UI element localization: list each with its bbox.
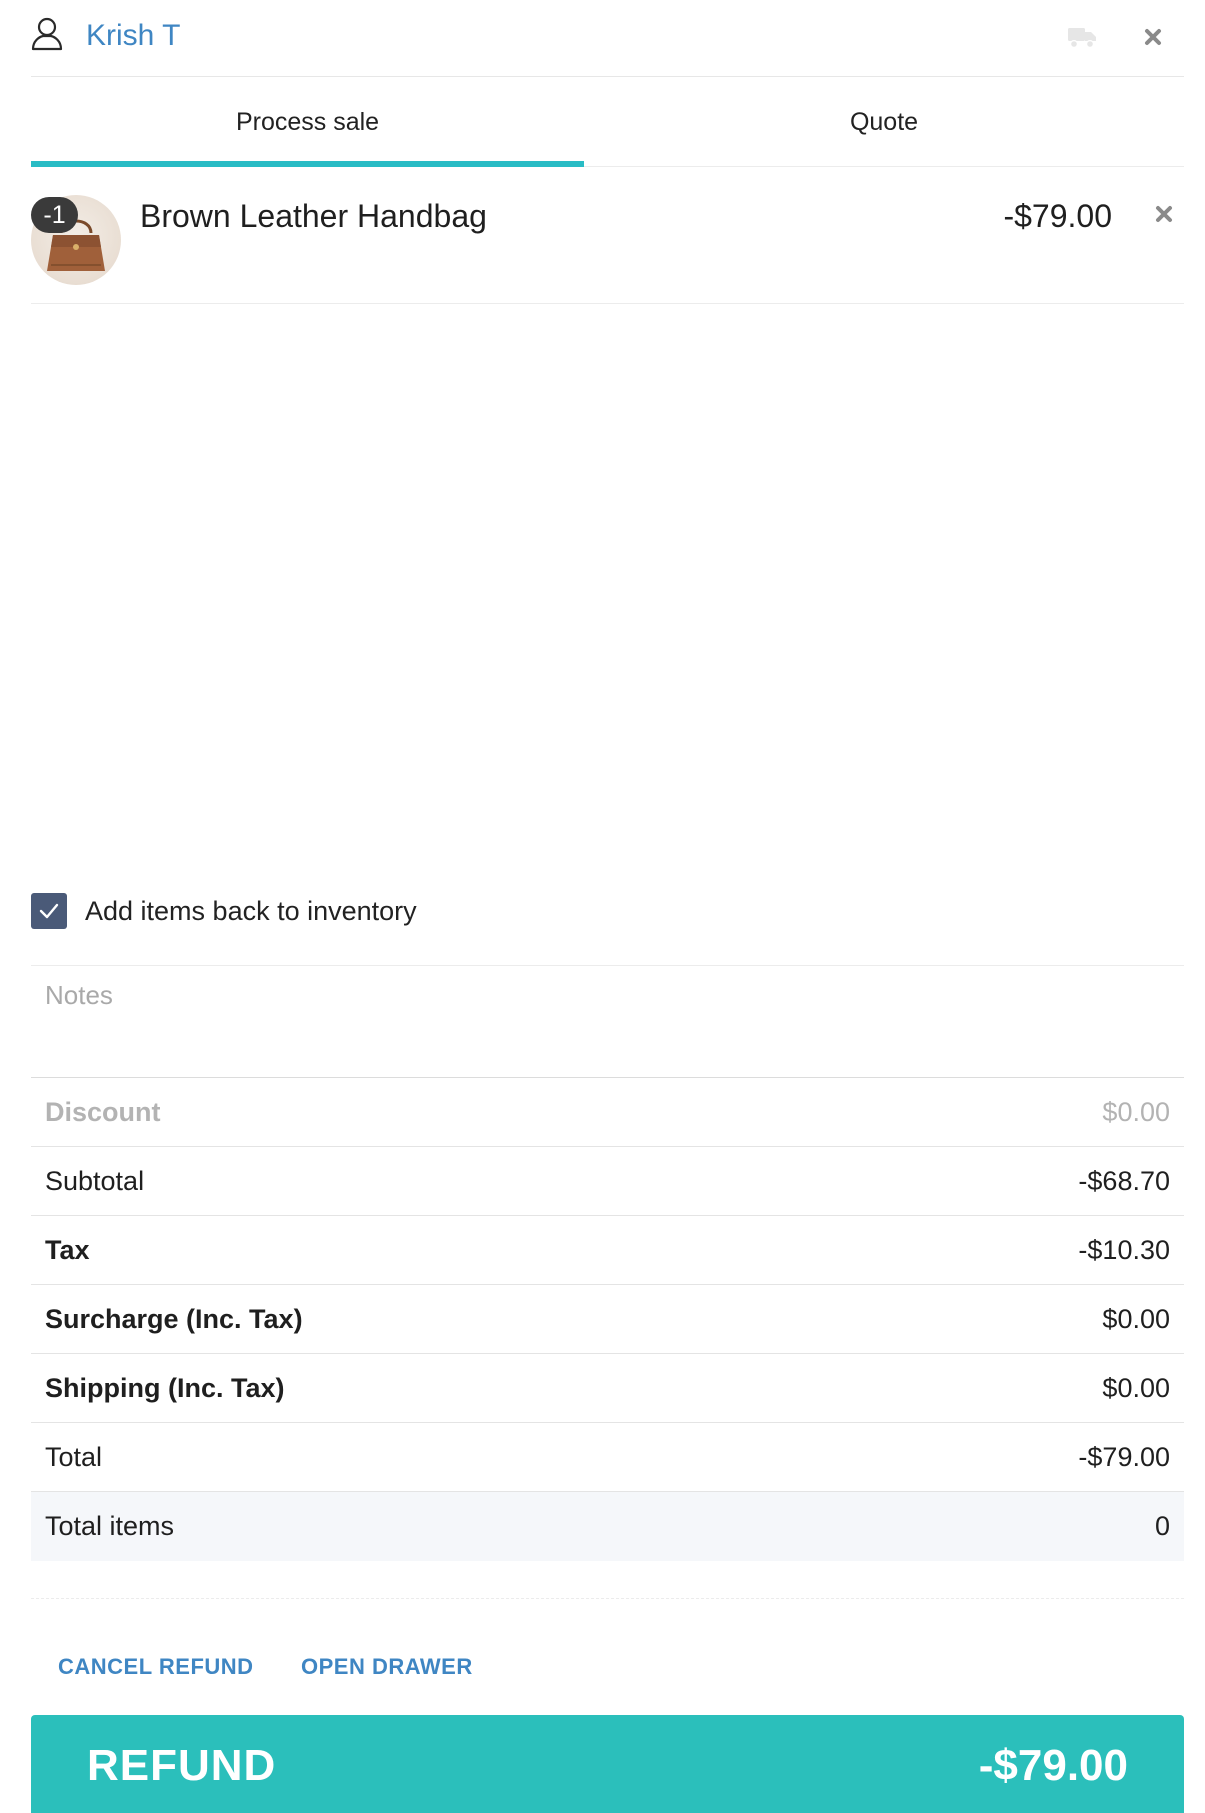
shipping-value: $0.00 xyxy=(1102,1372,1170,1403)
line-item[interactable]: -1 Brown Leather Handbag -$79.00 xyxy=(31,167,1184,304)
total-row: Total -$79.00 xyxy=(31,1423,1184,1492)
quantity-badge: -1 xyxy=(31,197,78,233)
tax-label: Tax xyxy=(45,1234,90,1265)
refund-button[interactable]: REFUND -$79.00 xyxy=(31,1715,1184,1813)
notes-area xyxy=(31,965,1184,1078)
tab-process-sale-label: Process sale xyxy=(235,107,380,136)
item-name[interactable]: Brown Leather Handbag xyxy=(140,195,487,237)
notes-field[interactable] xyxy=(31,966,1184,1077)
order-summary: Discount $0.00 Subtotal -$68.70 Tax -$10… xyxy=(31,1078,1184,1561)
subtotal-label: Subtotal xyxy=(45,1165,145,1196)
inventory-checkbox-label[interactable]: Add items back to inventory xyxy=(85,891,417,931)
discount-label: Discount xyxy=(45,1096,161,1127)
refund-label: REFUND xyxy=(87,1741,277,1790)
tax-value: -$10.30 xyxy=(1078,1234,1170,1265)
shipping-label: Shipping (Inc. Tax) xyxy=(45,1372,285,1403)
add-back-to-inventory-option[interactable]: Add items back to inventory xyxy=(31,891,1184,935)
discount-row[interactable]: Discount $0.00 xyxy=(31,1078,1184,1147)
total-items-label: Total items xyxy=(45,1511,175,1541)
surcharge-value: $0.00 xyxy=(1102,1303,1170,1334)
refund-amount: -$79.00 xyxy=(978,1741,1128,1790)
cancel-refund-button[interactable]: CANCEL REFUND xyxy=(58,1645,254,1689)
total-value: -$79.00 xyxy=(1078,1441,1170,1472)
item-price[interactable]: -$79.00 xyxy=(1003,195,1112,237)
truck-icon[interactable] xyxy=(1067,25,1097,49)
total-items-value: 0 xyxy=(1154,1511,1170,1541)
shipping-row[interactable]: Shipping (Inc. Tax) $0.00 xyxy=(31,1354,1184,1423)
tax-row[interactable]: Tax -$10.30 xyxy=(31,1216,1184,1285)
total-items-row: Total items 0 xyxy=(31,1492,1184,1561)
subtotal-row: Subtotal -$68.70 xyxy=(31,1147,1184,1216)
secondary-actions: CANCEL REFUND OPEN DRAWER xyxy=(31,1645,1184,1689)
tab-process-sale[interactable]: Process sale xyxy=(31,77,584,167)
open-drawer-button[interactable]: OPEN DRAWER xyxy=(301,1645,473,1689)
total-label: Total xyxy=(45,1441,103,1472)
inventory-checkbox[interactable] xyxy=(31,893,67,929)
tab-quote-label: Quote xyxy=(849,107,919,136)
close-icon[interactable] xyxy=(1138,22,1168,52)
subtotal-value: -$68.70 xyxy=(1078,1165,1170,1196)
tab-quote[interactable]: Quote xyxy=(584,77,1184,167)
discount-value: $0.00 xyxy=(1102,1096,1170,1127)
divider xyxy=(31,1598,1184,1599)
sale-tabs: Process sale Quote xyxy=(31,77,1184,167)
surcharge-row[interactable]: Surcharge (Inc. Tax) $0.00 xyxy=(31,1285,1184,1354)
customer-name-link[interactable]: Krish T xyxy=(86,16,180,56)
close-icon[interactable] xyxy=(1149,199,1179,229)
customer-header: Krish T xyxy=(31,0,1184,77)
sale-panel: Krish T Process sale Quote -1 Brown Leat… xyxy=(31,0,1184,1813)
surcharge-label: Surcharge (Inc. Tax) xyxy=(45,1303,303,1334)
user-outline-icon[interactable] xyxy=(31,17,63,51)
